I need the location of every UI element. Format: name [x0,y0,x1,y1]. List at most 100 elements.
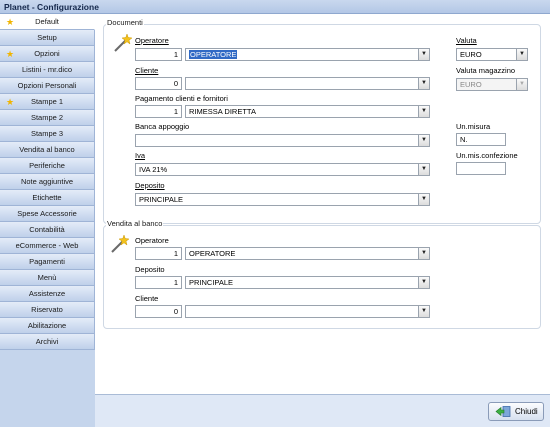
vendita-deposito-label: Deposito [135,265,165,274]
chevron-down-icon[interactable]: ▼ [418,194,429,205]
vendita-cliente-code-field[interactable]: 0 [135,305,182,318]
sidebar-item[interactable]: Stampe 2 [0,110,95,126]
sidebar-item[interactable]: Setup [0,30,95,46]
pagamento-select[interactable]: RIMESSA DIRETTA ▼ [185,105,430,118]
sidebar-item-label: Pagamenti [29,257,65,266]
cliente-code-field[interactable]: 0 [135,77,182,90]
sidebar-item-label: Spese Accessorie [17,209,77,218]
cliente-select[interactable]: ▼ [185,77,430,90]
chevron-down-icon[interactable]: ▼ [418,49,429,60]
sidebar-item[interactable]: Menù [0,270,95,286]
sidebar-item-label: Archivi [35,337,59,346]
sidebar-item-label: Setup [37,33,57,42]
sidebar-item[interactable]: ★ Stampe 1 [0,94,95,110]
footer-bar: Chiudi [95,394,550,427]
close-button[interactable]: Chiudi [488,402,544,421]
cliente-label: Cliente [135,66,159,75]
iva-label: Iva [135,151,146,160]
sidebar-item-label: Note aggiuntive [20,177,74,186]
sidebar-item[interactable]: ★ Default [0,14,95,30]
pagamento-code-field[interactable]: 1 [135,105,182,118]
sidebar-item-label: Default [35,17,59,26]
valuta-select[interactable]: EURO ▼ [456,48,528,61]
deposito-label: Deposito [135,181,165,190]
banca-select[interactable]: ▼ [135,134,430,147]
um-label: Un.misura [456,122,491,131]
sidebar-item[interactable]: Listini - mr.dico [0,62,95,78]
sidebar-item-label: Vendita al banco [19,145,75,154]
sidebar-item[interactable]: Pagamenti [0,254,95,270]
sidebar-item[interactable]: Archivi [0,334,95,350]
sidebar-item[interactable]: Note aggiuntive [0,174,95,190]
valuta-value: EURO [460,50,482,59]
sidebar-item[interactable]: Opzioni Personali [0,78,95,94]
close-door-icon [495,406,511,417]
operatore-label: Operatore [135,36,169,45]
chevron-down-icon[interactable]: ▼ [418,78,429,89]
deposito-select[interactable]: PRINCIPALE ▼ [135,193,430,206]
um-conf-field[interactable] [456,162,506,175]
sidebar-item[interactable]: Spese Accessorie [0,206,95,222]
vendita-deposito-code-field[interactable]: 1 [135,276,182,289]
deposito-value: PRINCIPALE [139,195,184,204]
sidebar: ★ Default Setup ★ Opzioni Listini - mr.dico Op… [0,14,95,427]
documenti-title: Documenti [106,18,144,27]
sidebar-item-label: Stampe 2 [30,113,64,122]
chevron-down-icon[interactable]: ▼ [418,164,429,175]
chevron-down-icon[interactable]: ▼ [418,106,429,117]
sidebar-item[interactable]: Abilitazione [0,318,95,334]
close-button-label: Chiudi [515,407,538,416]
star-icon: ★ [6,97,15,107]
sidebar-item-label: Listini - mr.dico [21,65,72,74]
operatore-code-field[interactable]: 1 [135,48,182,61]
operatore-select[interactable]: OPERATORE ▼ [185,48,430,61]
valuta-label: Valuta [456,36,477,45]
sidebar-item-label: eCommerce - Web [15,241,79,250]
sidebar-item[interactable]: Etichette [0,190,95,206]
sidebar-list: ★ Default Setup ★ Opzioni Listini - mr.dico Op… [0,14,95,350]
main-panel: Documenti Operatore 1 OPERATORE ▼ Client… [95,14,550,394]
chevron-down-icon[interactable]: ▼ [418,248,429,259]
sidebar-item[interactable]: Riservato [0,302,95,318]
valuta-magazzino-select: EURO ▼ [456,78,528,91]
vendita-deposito-value: PRINCIPALE [189,278,234,287]
vendita-operatore-label: Operatore [135,236,169,245]
um-conf-label: Un.mis.confezione [456,151,518,160]
pagamento-label: Pagamento clienti e fornitori [135,94,228,103]
sidebar-item-label: Abilitazione [27,321,67,330]
sidebar-item[interactable]: eCommerce - Web [0,238,95,254]
iva-select[interactable]: IVA 21% ▼ [135,163,430,176]
sidebar-item-label: Assistenze [28,289,66,298]
vendita-operatore-select[interactable]: OPERATORE ▼ [185,247,430,260]
pagamento-value: RIMESSA DIRETTA [189,107,256,116]
chevron-down-icon: ▼ [516,79,527,90]
chevron-down-icon[interactable]: ▼ [516,49,527,60]
window-title: Planet - Configurazione [0,0,550,14]
star-icon: ★ [6,49,15,59]
star-icon: ★ [6,17,15,27]
sidebar-item[interactable]: Stampe 3 [0,126,95,142]
vendita-deposito-select[interactable]: PRINCIPALE ▼ [185,276,430,289]
vendita-operatore-code-field[interactable]: 1 [135,247,182,260]
sidebar-item-label: Stampe 1 [30,97,64,106]
vendita-operatore-value: OPERATORE [189,249,236,258]
operatore-value: OPERATORE [189,50,238,59]
chevron-down-icon[interactable]: ▼ [418,135,429,146]
chevron-down-icon[interactable]: ▼ [418,277,429,288]
sidebar-item[interactable]: Contabilità [0,222,95,238]
sidebar-item-label: Etichette [32,193,62,202]
sidebar-item-label: Contabilità [29,225,65,234]
sidebar-item[interactable]: ★ Opzioni [0,46,95,62]
vendita-cliente-label: Cliente [135,294,159,303]
valuta-magazzino-label: Valuta magazzino [456,66,516,75]
um-field[interactable]: N. [456,133,506,146]
vendita-title: Vendita al banco [106,219,164,228]
sidebar-item-label: Periferiche [29,161,65,170]
sidebar-item[interactable]: Assistenze [0,286,95,302]
sidebar-item-label: Opzioni [34,49,60,58]
sidebar-item[interactable]: Vendita al banco [0,142,95,158]
sidebar-item[interactable]: Periferiche [0,158,95,174]
vendita-cliente-select[interactable]: ▼ [185,305,430,318]
chevron-down-icon[interactable]: ▼ [418,306,429,317]
sidebar-item-label: Menù [37,273,57,282]
